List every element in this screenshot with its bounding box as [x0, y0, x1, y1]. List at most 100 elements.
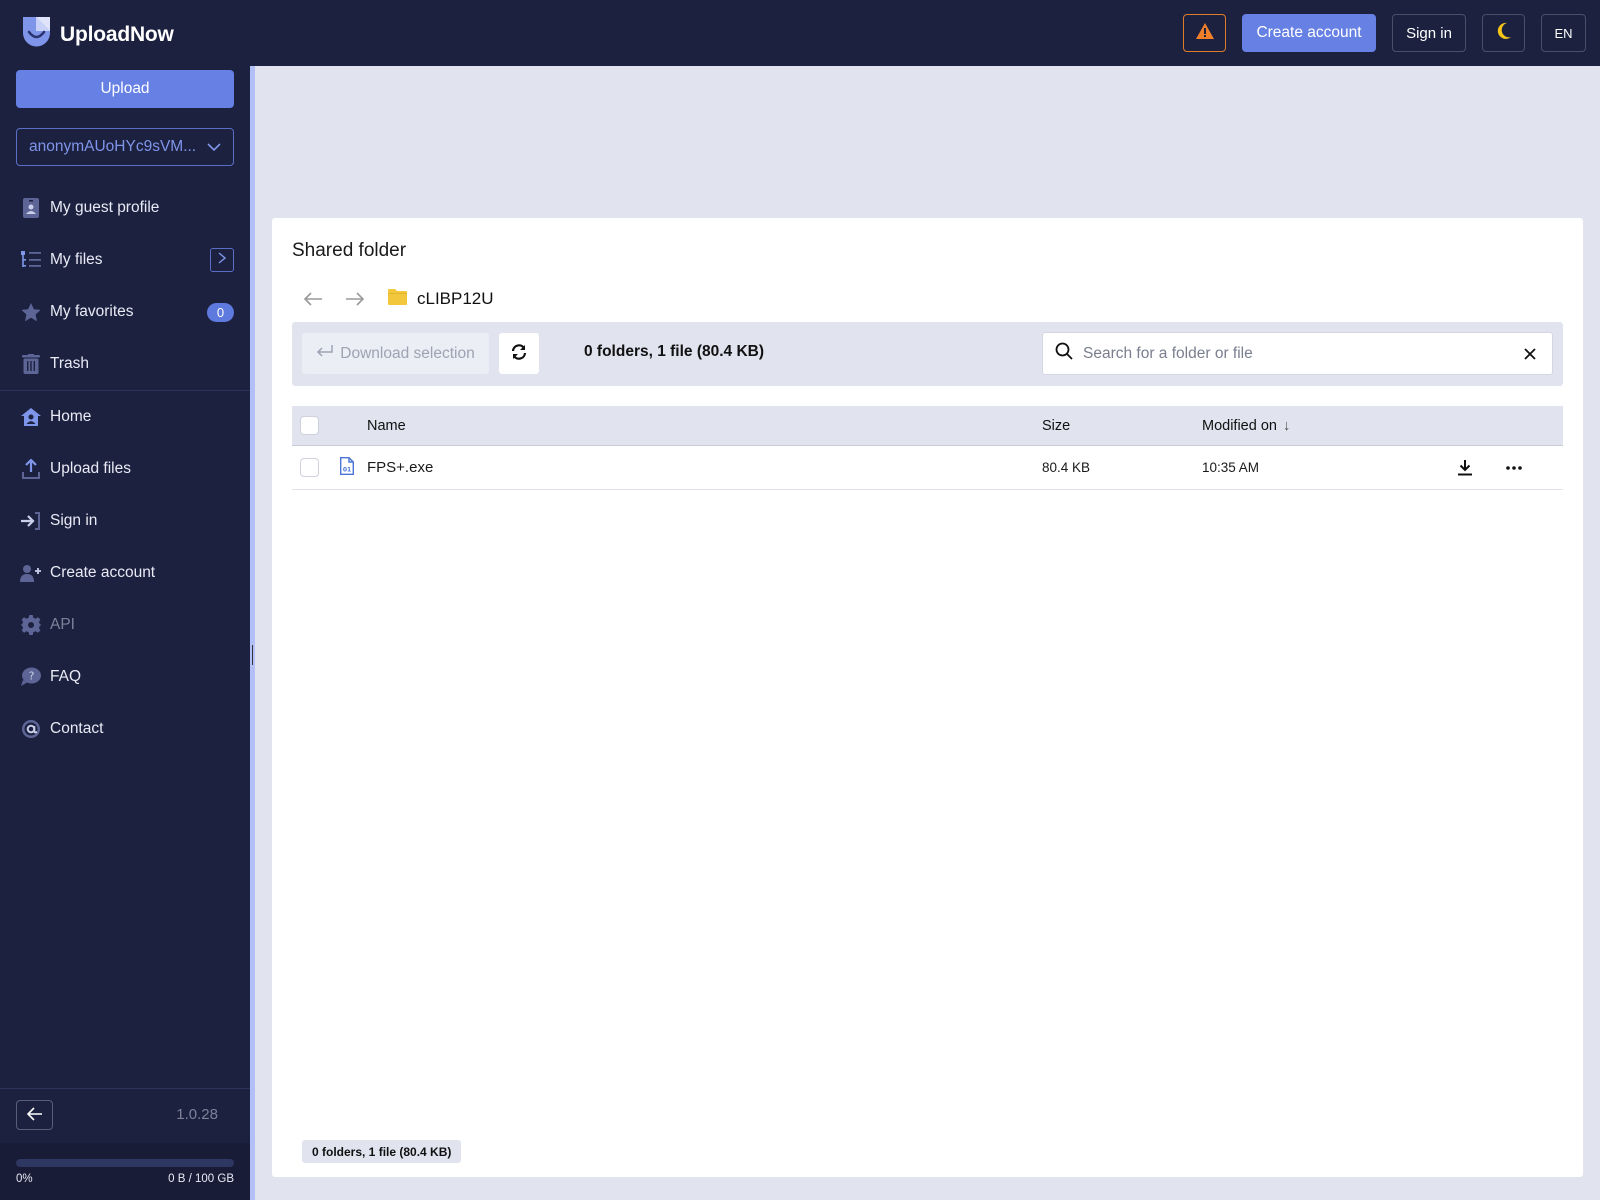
sidebar-item-favorites[interactable]: My favorites 0	[0, 286, 250, 338]
uploadnow-logo-icon	[23, 17, 50, 52]
sign-in-button[interactable]: Sign in	[1392, 14, 1466, 52]
download-button[interactable]	[1455, 458, 1475, 478]
upload-icon	[20, 458, 42, 480]
account-select[interactable]: anonymAUoHYc9sVM...	[16, 128, 234, 166]
sidebar-item-create-account[interactable]: Create account	[0, 547, 250, 599]
sidebar-nav-bottom: Home Upload files Sign in Create account…	[0, 391, 250, 755]
theme-toggle-button[interactable]	[1482, 14, 1525, 52]
table-row[interactable]: 01 FPS+.exe 80.4 KB 10:35 AM	[292, 446, 1563, 490]
sidebar-item-api[interactable]: API	[0, 599, 250, 651]
sidebar-item-label: Contact	[50, 720, 104, 737]
sidebar-item-label: API	[50, 616, 75, 633]
quota-progress-bar	[16, 1159, 234, 1167]
sidebar-item-label: Upload files	[50, 460, 131, 477]
refresh-button[interactable]	[499, 333, 539, 374]
svg-text:?: ?	[29, 670, 35, 683]
warning-triangle-icon	[1195, 23, 1214, 43]
table-header: Name Size Modified on ↓	[292, 406, 1563, 446]
more-options-button[interactable]	[1502, 458, 1526, 478]
forward-button[interactable]	[334, 284, 376, 314]
app-version: 1.0.28	[176, 1106, 218, 1123]
column-header-name[interactable]: Name	[367, 418, 406, 434]
sidebar-footer: 1.0.28 0% 0 B / 100 GB	[0, 1088, 250, 1200]
sidebar-item-faq[interactable]: ? FAQ	[0, 651, 250, 703]
refresh-icon	[511, 344, 527, 363]
trash-icon	[20, 353, 42, 375]
home-icon	[20, 406, 42, 428]
column-header-size[interactable]: Size	[1042, 418, 1070, 434]
sidebar-item-label: Trash	[50, 355, 90, 372]
search-input[interactable]	[1083, 344, 1520, 363]
svg-text:01: 01	[343, 467, 351, 474]
quota-used: 0 B / 100 GB	[168, 1173, 234, 1185]
column-header-modified[interactable]: Modified on ↓	[1202, 418, 1290, 434]
id-badge-icon	[20, 197, 42, 219]
sidebar-item-label: Home	[50, 408, 92, 425]
sidebar-item-upload-files[interactable]: Upload files	[0, 443, 250, 495]
file-tree-icon	[20, 249, 42, 271]
star-icon	[20, 301, 42, 323]
user-plus-icon	[20, 562, 42, 584]
sidebar-item-contact[interactable]: Contact	[0, 703, 250, 755]
page-title: Shared folder	[292, 240, 407, 261]
download-icon	[1458, 460, 1472, 476]
sidebar-item-label: FAQ	[50, 668, 82, 685]
search-icon	[1055, 342, 1073, 365]
file-size: 80.4 KB	[1042, 460, 1091, 475]
sidebar-item-my-files[interactable]: My files	[0, 234, 250, 286]
resize-grip[interactable]	[252, 645, 253, 665]
binary-file-icon: 01	[340, 457, 354, 479]
row-checkbox[interactable]	[300, 458, 319, 477]
top-bar: UploadNow Create account Sign in EN	[0, 0, 1600, 66]
arrow-left-icon	[26, 1106, 43, 1124]
question-bubble-icon: ?	[20, 666, 42, 688]
sidebar-nav-top: My guest profile My files My favorites 0	[0, 182, 250, 390]
select-all-checkbox[interactable]	[300, 416, 319, 435]
create-account-button[interactable]: Create account	[1242, 14, 1376, 52]
brand-name: UploadNow	[60, 22, 174, 46]
column-header-modified-label: Modified on	[1202, 417, 1277, 434]
file-table: Name Size Modified on ↓ 01 FPS+.exe 80.4…	[292, 406, 1563, 490]
sidebar-item-trash[interactable]: Trash	[0, 338, 250, 390]
sidebar-item-label: My guest profile	[50, 199, 160, 216]
favorites-count-badge: 0	[207, 302, 234, 322]
expand-my-files-button[interactable]	[210, 248, 234, 272]
file-modified: 10:35 AM	[1202, 460, 1260, 475]
sidebar-resize-handle[interactable]	[250, 66, 255, 1200]
brand-logo[interactable]: UploadNow	[23, 17, 174, 52]
back-button[interactable]	[292, 284, 334, 314]
download-selection-label: Download selection	[340, 344, 475, 362]
sidebar-item-label: Sign in	[50, 512, 98, 529]
file-name[interactable]: FPS+.exe	[367, 459, 433, 476]
folder-name: cLIBP12U	[417, 289, 494, 308]
search-box	[1042, 332, 1553, 375]
footer-divider	[0, 1088, 250, 1089]
download-selection-button[interactable]: Download selection	[302, 333, 489, 374]
sidebar-item-guest-profile[interactable]: My guest profile	[0, 182, 250, 234]
file-toolbar: Download selection 0 folders, 1 file (80…	[292, 322, 1563, 386]
footer-summary: 0 folders, 1 file (80.4 KB)	[302, 1140, 462, 1163]
breadcrumb-folder[interactable]: cLIBP12U	[388, 288, 494, 310]
shared-folder-panel: Shared folder cLIBP12U Download selectio…	[272, 218, 1583, 1177]
sign-in-icon	[20, 510, 42, 532]
clear-search-button[interactable]	[1520, 344, 1540, 364]
upload-button[interactable]: Upload	[16, 70, 234, 108]
sidebar-item-sign-in[interactable]: Sign in	[0, 495, 250, 547]
sidebar-item-home[interactable]: Home	[0, 391, 250, 443]
warning-button[interactable]	[1183, 14, 1226, 52]
return-arrow-icon	[316, 344, 334, 363]
collapse-sidebar-button[interactable]	[16, 1100, 53, 1130]
folder-icon	[388, 288, 407, 310]
sort-arrow-down-icon: ↓	[1282, 417, 1291, 434]
language-button[interactable]: EN	[1541, 14, 1586, 52]
sidebar: Upload anonymAUoHYc9sVM... My guest prof…	[0, 66, 250, 1200]
gear-icon	[20, 614, 42, 636]
at-sign-icon	[20, 718, 42, 740]
moon-icon	[1496, 22, 1512, 44]
close-icon	[1524, 347, 1536, 360]
chevron-right-icon	[218, 251, 227, 269]
sidebar-item-label: My favorites	[50, 303, 134, 320]
chevron-down-icon	[207, 138, 221, 156]
quota-percent: 0%	[16, 1173, 33, 1185]
ellipsis-icon	[1506, 466, 1522, 470]
